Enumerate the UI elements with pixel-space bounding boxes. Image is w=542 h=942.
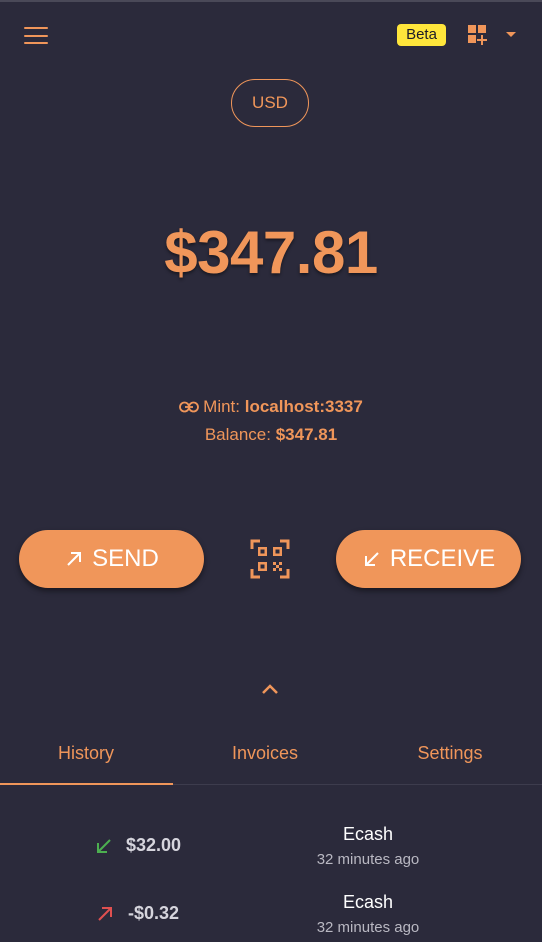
history-amount: -$0.32 bbox=[128, 903, 180, 923]
history-type: Ecash bbox=[342, 824, 394, 844]
history-item[interactable]: $32.00 Ecash 32 minutes ago bbox=[0, 820, 542, 880]
history-time: 32 minutes ago bbox=[316, 851, 420, 868]
arrow-down-left-icon bbox=[97, 839, 111, 853]
tab-bar: History Invoices Settings bbox=[0, 725, 542, 785]
mint-balance: Balance: $347.81 bbox=[0, 425, 542, 445]
receive-label: RECEIVE bbox=[389, 545, 496, 572]
mint-balance-label: Balance: bbox=[204, 425, 276, 444]
mint-label: Mint: bbox=[203, 397, 245, 416]
menu-icon[interactable] bbox=[24, 27, 48, 44]
send-label: SEND bbox=[92, 545, 159, 572]
grid-add-icon[interactable] bbox=[468, 25, 488, 45]
chevron-up-icon[interactable] bbox=[259, 682, 281, 696]
history-time: 32 minutes ago bbox=[316, 919, 420, 936]
arrow-up-right-icon bbox=[98, 907, 112, 921]
caret-down-icon[interactable] bbox=[505, 31, 517, 39]
history-type: Ecash bbox=[342, 892, 394, 912]
beta-badge: Beta bbox=[397, 24, 446, 46]
top-border bbox=[0, 0, 542, 2]
mint-info[interactable]: Mint: localhost:3337 bbox=[0, 397, 542, 417]
tab-invoices[interactable]: Invoices bbox=[179, 725, 351, 785]
unit-selector-button[interactable]: USD bbox=[231, 79, 309, 127]
link-icon bbox=[179, 401, 200, 413]
arrow-up-right-icon bbox=[67, 552, 82, 566]
send-button[interactable]: SEND bbox=[19, 530, 204, 588]
history-amount: $32.00 bbox=[126, 835, 182, 855]
tab-history[interactable]: History bbox=[0, 725, 172, 785]
balance-display[interactable]: $347.81 bbox=[0, 218, 542, 287]
arrow-down-left-icon bbox=[364, 552, 379, 566]
mint-url: localhost:3337 bbox=[244, 397, 363, 416]
history-item[interactable]: -$0.32 Ecash 32 minutes ago bbox=[0, 888, 542, 942]
tab-settings[interactable]: Settings bbox=[364, 725, 536, 785]
active-tab-indicator bbox=[0, 783, 173, 785]
wallet-app: Beta USD $347.81 Mint: localhost:3337 Ba… bbox=[0, 0, 542, 942]
mint-balance-value: $347.81 bbox=[275, 425, 338, 444]
receive-button[interactable]: RECEIVE bbox=[336, 530, 521, 588]
qr-code-scanner-icon[interactable] bbox=[250, 539, 290, 579]
